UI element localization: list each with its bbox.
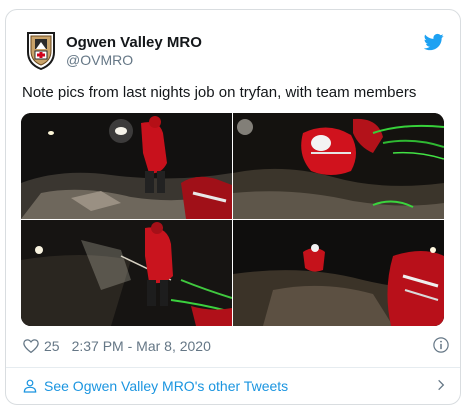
photo-rescuers-at-night-3[interactable] <box>21 220 232 326</box>
heart-icon[interactable] <box>22 337 40 355</box>
tweet-text: Note pics from last nights job on tryfan… <box>22 84 417 101</box>
photo-rescuers-at-night-1[interactable] <box>21 113 232 219</box>
photo-rescuers-at-night-2[interactable] <box>233 113 444 219</box>
footer-divider <box>6 367 460 368</box>
like-count[interactable]: 25 <box>44 338 60 354</box>
tweet-header: Ogwen Valley MRO @OVMRO <box>6 10 460 80</box>
info-icon[interactable] <box>432 336 450 354</box>
tweet-media-grid <box>21 113 444 326</box>
embedded-tweet-card: Ogwen Valley MRO @OVMRO Note pics from l… <box>5 9 461 405</box>
tweet-meta: 25 2:37 PM - Mar 8, 2020 <box>22 336 450 356</box>
tweet-timestamp[interactable]: 2:37 PM - Mar 8, 2020 <box>72 338 211 354</box>
account-handle[interactable]: @OVMRO <box>66 52 133 68</box>
account-name[interactable]: Ogwen Valley MRO <box>66 34 202 51</box>
see-other-tweets-link[interactable]: See Ogwen Valley MRO's other Tweets <box>22 375 450 397</box>
person-icon <box>23 379 37 393</box>
mountain-rescue-badge-icon[interactable] <box>24 30 58 71</box>
photo-rescuers-at-night-4[interactable] <box>233 220 444 326</box>
chevron-right-icon[interactable] <box>434 378 448 392</box>
twitter-bird-icon[interactable] <box>424 32 444 52</box>
see-other-tweets-label[interactable]: See Ogwen Valley MRO's other Tweets <box>44 378 288 394</box>
